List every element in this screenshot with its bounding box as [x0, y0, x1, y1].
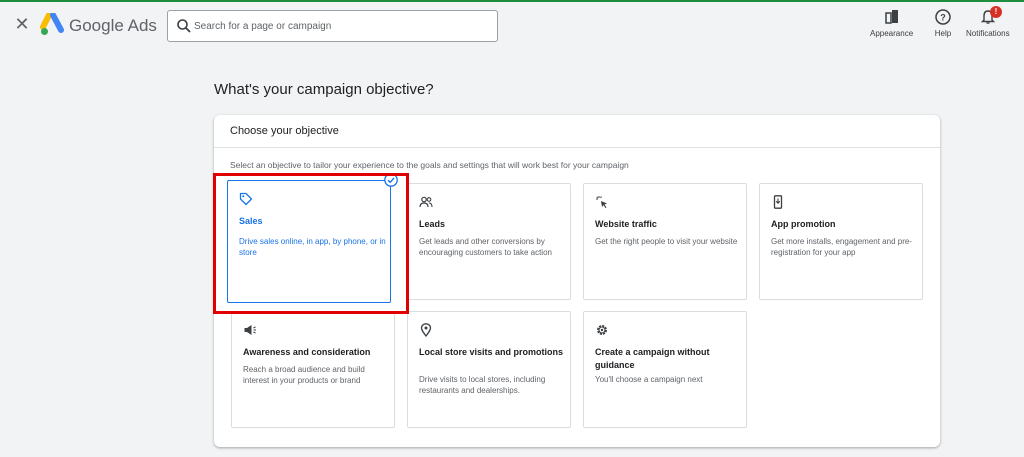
objective-description: Get more installs, engagement and pre-re… — [771, 237, 912, 257]
tag-icon — [239, 192, 253, 206]
help-label: Help — [934, 29, 952, 38]
svg-text:?: ? — [940, 13, 946, 23]
panel-divider — [214, 147, 940, 148]
app-header: ✕ Google Ads Appearance ? Help Notificat… — [0, 2, 1024, 48]
objective-description: Get the right people to visit your websi… — [595, 237, 738, 246]
brand-name: Google Ads — [69, 16, 157, 35]
cursor-click-icon — [596, 196, 607, 208]
search-box[interactable] — [167, 10, 498, 42]
objective-card-no-guidance[interactable]: Create a campaign without guidance You'l… — [583, 311, 747, 428]
megaphone-icon — [244, 325, 256, 335]
objective-title: App promotion — [771, 219, 836, 229]
objective-description: Reach a broad audience and build interes… — [243, 365, 365, 385]
check-circle-icon — [384, 173, 398, 187]
help-icon: ? — [935, 9, 951, 25]
appearance-label: Appearance — [870, 29, 914, 38]
objective-description: Get leads and other conversions by encou… — [419, 237, 552, 257]
objective-card-awareness[interactable]: Awareness and consideration Reach a broa… — [231, 311, 395, 428]
phone-download-icon — [773, 195, 783, 209]
people-icon — [419, 196, 433, 208]
objective-card-sales[interactable]: Sales Drive sales online, in app, by pho… — [227, 173, 398, 303]
search-input[interactable] — [194, 12, 490, 40]
objective-card-website-traffic[interactable]: Website traffic Get the right people to … — [583, 183, 747, 300]
objective-card-leads[interactable]: Leads Get leads and other conversions by… — [407, 183, 571, 300]
search-icon — [177, 19, 191, 33]
help-button[interactable]: ? Help — [934, 8, 952, 38]
objective-title: Website traffic — [595, 219, 657, 229]
objective-title: Leads — [419, 219, 446, 229]
panel-description: Select an objective to tailor your exper… — [230, 160, 629, 170]
objective-panel: Choose your objective Select an objectiv… — [214, 115, 940, 447]
notification-badge: ! — [990, 6, 1002, 18]
close-icon[interactable]: ✕ — [12, 14, 32, 34]
objective-description: You'll choose a campaign next — [595, 375, 703, 384]
gear-icon — [597, 325, 607, 335]
location-pin-icon — [420, 323, 432, 337]
objective-title: Local store visits and promotions — [419, 347, 564, 357]
objective-title: Awareness and consideration — [243, 347, 371, 357]
appearance-button[interactable]: Appearance — [870, 8, 913, 38]
objective-card-local-store[interactable]: Local store visits and promotions Drive … — [407, 311, 571, 428]
objective-card-app-promotion[interactable]: App promotion Get more installs, engagem… — [759, 183, 923, 300]
google-ads-logo — [40, 13, 64, 35]
objective-title: Sales — [239, 216, 263, 226]
notifications-button[interactable]: Notifications — [966, 8, 1010, 38]
objective-title: Create a campaign without guidance — [595, 347, 710, 370]
page-title: What's your campaign objective? — [214, 81, 434, 98]
objective-description: Drive sales online, in app, by phone, or… — [239, 237, 386, 257]
notifications-label: Notifications — [966, 29, 1010, 38]
objective-description: Drive visits to local stores, including … — [419, 375, 546, 395]
panel-heading: Choose your objective — [230, 125, 339, 137]
appearance-icon — [884, 10, 898, 24]
